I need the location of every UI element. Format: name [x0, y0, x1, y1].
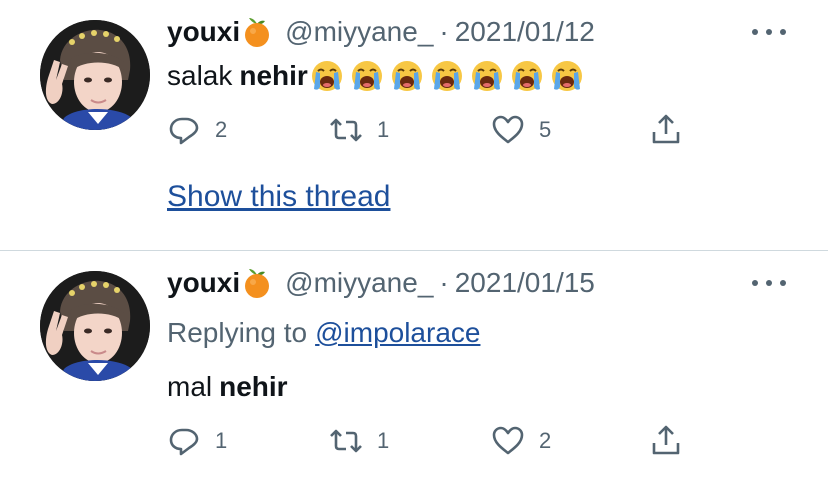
loudly-crying-face-icon [430, 59, 464, 93]
like-count: 5 [539, 117, 552, 142]
handle[interactable]: @miyyane_ [285, 267, 433, 299]
heart-icon [491, 424, 525, 458]
handle[interactable]: @miyyane_ [285, 16, 433, 48]
tweet-1[interactable]: youxi @miyyane_ · 2021/01/12 salak nehir… [0, 0, 828, 250]
avatar-image [40, 271, 150, 381]
retweet-icon [329, 424, 363, 458]
loudly-crying-face-icon [310, 59, 344, 93]
tweet-header: youxi @miyyane_ · 2021/01/12 [167, 12, 595, 52]
timestamp[interactable]: 2021/01/12 [455, 16, 595, 48]
timestamp[interactable]: 2021/01/15 [455, 267, 595, 299]
reply-icon [167, 113, 201, 147]
separator: · [439, 16, 449, 47]
tweet-text-bold: nehir [219, 371, 288, 402]
loudly-crying-face-icon [390, 59, 424, 93]
share-icon [649, 113, 683, 147]
emoji-group [308, 59, 585, 93]
reply-button[interactable]: 2 [167, 110, 227, 150]
retweet-count: 1 [377, 428, 390, 453]
avatar-image [40, 20, 150, 130]
reply-icon [167, 424, 201, 458]
more-options-icon[interactable] [752, 22, 786, 42]
replying-to: Replying to @impolarace [167, 317, 480, 349]
tangerine-icon [243, 267, 271, 299]
replying-to-handle-link[interactable]: @impolarace [315, 317, 480, 348]
tweet-header: youxi @miyyane_ · 2021/01/15 [167, 263, 595, 303]
heart-icon [491, 113, 525, 147]
like-button[interactable]: 5 [491, 110, 551, 150]
retweet-button[interactable]: 1 [329, 421, 389, 461]
loudly-crying-face-icon [550, 59, 584, 93]
reply-count: 2 [215, 117, 228, 142]
tangerine-icon [243, 16, 271, 48]
separator: · [439, 267, 449, 298]
tweet-text-plain: mal [167, 371, 213, 402]
loudly-crying-face-icon [350, 59, 384, 93]
tweet-actions: 1 1 2 [167, 421, 727, 461]
tweet-text: mal nehir [167, 367, 288, 407]
retweet-icon [329, 113, 363, 147]
avatar[interactable] [40, 20, 150, 130]
tweet-2[interactable]: youxi @miyyane_ · 2021/01/15 Replying to… [0, 251, 828, 478]
loudly-crying-face-icon [470, 59, 504, 93]
tweet-actions: 2 1 5 [167, 110, 727, 150]
tweet-text-bold: nehir [239, 60, 308, 91]
share-button[interactable] [649, 110, 683, 150]
reply-button[interactable]: 1 [167, 421, 227, 461]
retweet-count: 1 [377, 117, 390, 142]
more-options-icon[interactable] [752, 273, 786, 293]
like-count: 2 [539, 428, 552, 453]
display-name[interactable]: youxi [167, 267, 240, 299]
tweet-text-plain: salak [167, 60, 233, 91]
share-button[interactable] [649, 421, 683, 461]
retweet-button[interactable]: 1 [329, 110, 389, 150]
tweet-text: salak nehir [167, 56, 585, 96]
share-icon [649, 424, 683, 458]
loudly-crying-face-icon [510, 59, 544, 93]
display-name[interactable]: youxi [167, 16, 240, 48]
show-thread-link[interactable]: Show this thread [167, 180, 390, 214]
reply-count: 1 [215, 428, 228, 453]
replying-to-label: Replying to [167, 317, 308, 348]
avatar[interactable] [40, 271, 150, 381]
like-button[interactable]: 2 [491, 421, 551, 461]
